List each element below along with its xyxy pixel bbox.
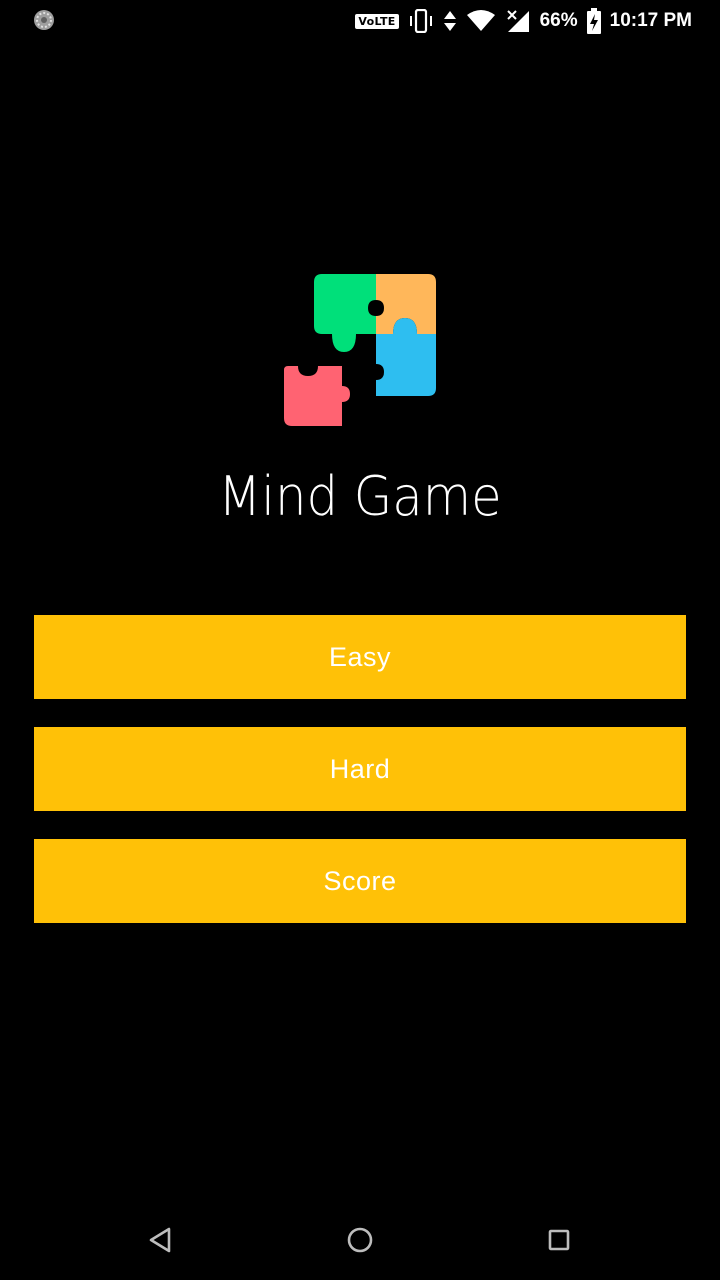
app-title: Mind Game — [218, 465, 502, 528]
hard-button[interactable]: Hard — [34, 727, 686, 811]
home-icon[interactable] — [340, 1220, 380, 1260]
volte-badge: VoLTE — [355, 13, 399, 29]
back-icon[interactable] — [140, 1220, 180, 1260]
battery-percent: 66% — [539, 10, 578, 31]
status-icons: VoLTE 66% 10:17 PM — [355, 6, 692, 36]
score-button[interactable]: Score — [34, 839, 686, 923]
loading-icon — [33, 9, 55, 31]
clock: 10:17 PM — [609, 10, 692, 31]
easy-button-label: Easy — [328, 641, 392, 672]
battery-charging-icon — [586, 8, 601, 34]
main-screen: VoLTE 66% 10:17 PM Mind Game Easy Hard S… — [0, 0, 720, 1280]
hard-button-label: Hard — [329, 753, 391, 784]
wifi-icon — [466, 10, 496, 32]
data-arrows-icon — [443, 9, 457, 33]
navigation-bar — [0, 1200, 720, 1280]
recent-apps-icon[interactable] — [539, 1220, 579, 1260]
easy-button[interactable]: Easy — [34, 615, 686, 699]
vibrate-icon — [408, 9, 434, 33]
signal-icon — [505, 9, 531, 33]
score-button-label: Score — [323, 865, 397, 896]
status-bar: VoLTE 66% 10:17 PM — [0, 0, 720, 40]
puzzle-icon — [280, 272, 440, 432]
